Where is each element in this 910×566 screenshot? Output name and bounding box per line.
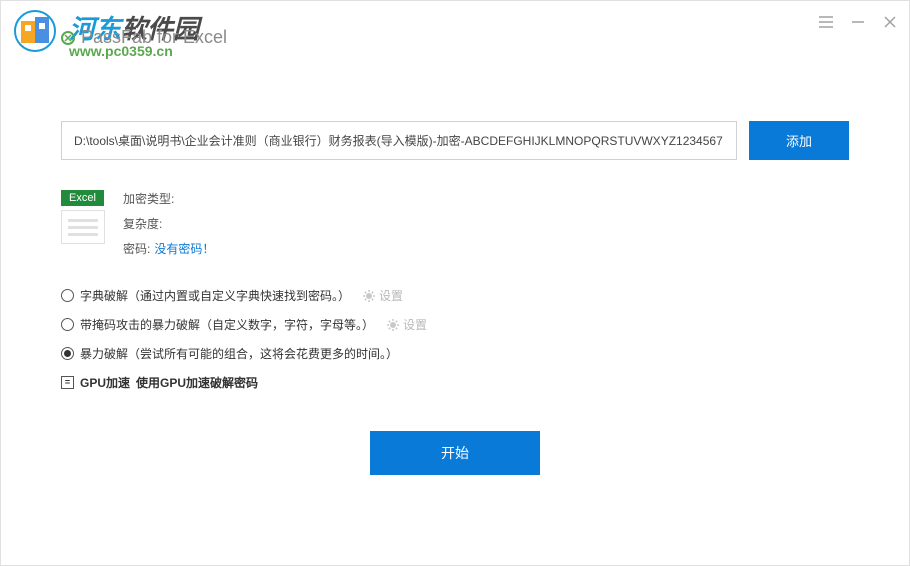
password-row: 密码: 没有密码！: [123, 240, 214, 257]
gpu-desc: 使用GPU加速破解密码: [136, 374, 258, 391]
settings-mask[interactable]: 设置: [386, 316, 427, 333]
gear-icon: [386, 318, 400, 332]
file-path-input[interactable]: D:\tools\桌面\说明书\企业会计准则（商业银行）财务报表(导入模版)-加…: [61, 121, 737, 160]
close-icon[interactable]: [881, 13, 899, 31]
radio-dictionary[interactable]: [61, 289, 74, 302]
file-info: Excel 加密类型: 复杂度: 密码: 没有密码！: [61, 190, 849, 257]
file-type-icon: Excel: [61, 190, 105, 257]
settings-label: 设置: [379, 287, 403, 304]
complexity-row: 复杂度:: [123, 215, 214, 232]
add-button[interactable]: 添加: [749, 121, 849, 160]
file-row: D:\tools\桌面\说明书\企业会计准则（商业银行）财务报表(导入模版)-加…: [61, 121, 849, 160]
excel-icon: [61, 31, 75, 45]
menu-icon[interactable]: [817, 13, 835, 31]
window-controls: [817, 13, 899, 31]
option-brute-label: 暴力破解（尝试所有可能的组合，这将会花费更多的时间。）: [80, 345, 398, 362]
start-button[interactable]: 开始: [370, 431, 540, 475]
checkbox-gpu[interactable]: [61, 376, 74, 389]
settings-label: 设置: [403, 316, 427, 333]
radio-brute[interactable]: [61, 347, 74, 360]
option-dictionary[interactable]: 字典破解（通过内置或自定义字典快速找到密码。） 设置: [61, 287, 849, 304]
encryption-type-row: 加密类型:: [123, 190, 214, 207]
attack-options: 字典破解（通过内置或自定义字典快速找到密码。） 设置 带掩码攻击的暴力破解（自定…: [61, 287, 849, 391]
main-content: D:\tools\桌面\说明书\企业会计准则（商业银行）财务报表(导入模版)-加…: [1, 61, 909, 475]
app-window: 河东软件园 www.pc0359.cn PassFab for Excel D:…: [0, 0, 910, 566]
gear-icon: [362, 289, 376, 303]
option-dictionary-label: 字典破解（通过内置或自定义字典快速找到密码。）: [80, 287, 350, 304]
encryption-type-label: 加密类型:: [123, 190, 174, 207]
option-mask-label: 带掩码攻击的暴力破解（自定义数字，字符，字母等。）: [80, 316, 374, 333]
option-brute[interactable]: 暴力破解（尝试所有可能的组合，这将会花费更多的时间。）: [61, 345, 849, 362]
settings-dictionary[interactable]: 设置: [362, 287, 403, 304]
gpu-label: GPU加速: [80, 374, 130, 391]
complexity-label: 复杂度:: [123, 215, 162, 232]
file-badge: Excel: [61, 190, 104, 206]
password-value: 没有密码！: [154, 240, 214, 257]
option-mask[interactable]: 带掩码攻击的暴力破解（自定义数字，字符，字母等。） 设置: [61, 316, 849, 333]
option-gpu[interactable]: GPU加速 使用GPU加速破解密码: [61, 374, 849, 391]
watermark-logo-icon: [11, 7, 59, 55]
password-label: 密码:: [123, 240, 150, 257]
app-title: PassFab for Excel: [81, 27, 227, 48]
document-icon: [61, 210, 105, 244]
titlebar: 河东软件园 www.pc0359.cn PassFab for Excel: [1, 1, 909, 61]
info-rows: 加密类型: 复杂度: 密码: 没有密码！: [123, 190, 214, 257]
minimize-icon[interactable]: [849, 13, 867, 31]
radio-mask[interactable]: [61, 318, 74, 331]
start-row: 开始: [61, 431, 849, 475]
